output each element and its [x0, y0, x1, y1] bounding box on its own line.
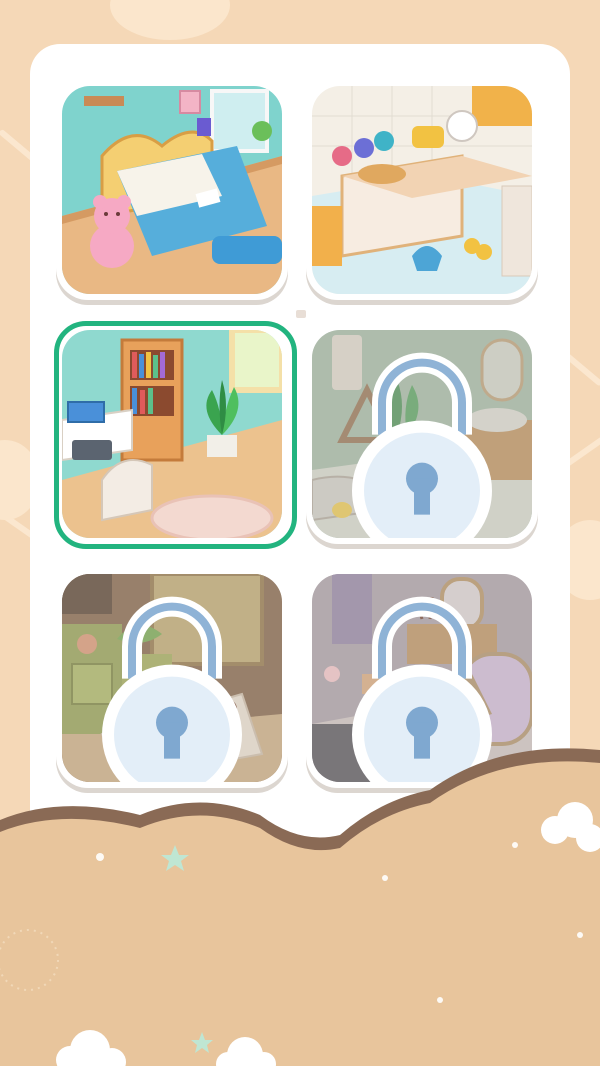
study-illustration	[62, 330, 282, 538]
padlock-icon	[102, 596, 242, 782]
room-card-study[interactable]	[56, 324, 288, 544]
padlock-icon	[352, 352, 492, 538]
bedroom-illustration	[62, 86, 282, 294]
room-card-dressing-room[interactable]	[306, 568, 538, 788]
room-card-bedroom[interactable]	[56, 80, 288, 300]
padlock-icon	[352, 596, 492, 782]
room-card-kitchen[interactable]	[306, 80, 538, 300]
room-card-bathroom[interactable]	[306, 324, 538, 544]
room-card-bakery[interactable]	[56, 568, 288, 788]
panel-divider-dot	[296, 310, 306, 318]
background-cloud	[110, 0, 230, 40]
kitchen-illustration	[312, 86, 532, 294]
